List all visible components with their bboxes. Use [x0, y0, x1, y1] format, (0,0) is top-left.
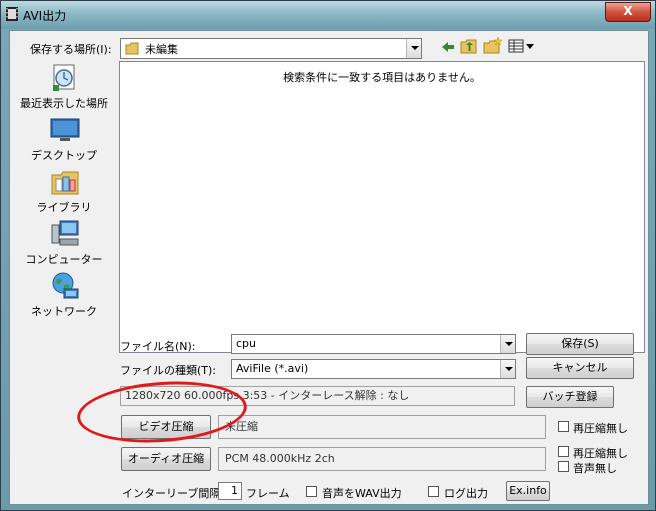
place-label: ライブラリ	[36, 201, 92, 214]
place-label: 最近表示した場所	[20, 97, 108, 110]
log-output-checkbox[interactable]	[428, 486, 439, 497]
film-icon	[6, 7, 18, 21]
back-arrow-icon[interactable]	[440, 40, 456, 54]
interleave-unit: フレーム	[246, 487, 290, 500]
no-audio-label: 音声無し	[573, 462, 617, 475]
place-label: デスクトップ	[31, 149, 97, 162]
view-menu-icon[interactable]	[508, 39, 536, 53]
interleave-value: 1	[231, 484, 238, 497]
close-button[interactable]: X	[605, 2, 651, 22]
interleave-input[interactable]: 1	[218, 482, 242, 500]
folder-icon	[125, 42, 139, 55]
chevron-down-icon[interactable]	[500, 335, 515, 353]
chevron-down-icon[interactable]	[406, 39, 421, 58]
up-folder-icon[interactable]	[460, 37, 478, 54]
cancel-button[interactable]: キャンセル	[526, 357, 634, 379]
filetype-value: AviFile (*.avi)	[236, 362, 309, 375]
libraries-icon	[51, 171, 79, 195]
computer-icon	[51, 220, 79, 246]
title-bar[interactable]: AVI出力 X	[1, 1, 655, 29]
save-button[interactable]: 保存(S)	[526, 333, 634, 355]
no-recompress-audio-checkbox[interactable]	[558, 446, 569, 457]
save-location-value: 未編集	[145, 43, 178, 56]
network-icon	[52, 272, 79, 299]
filename-value: cpu	[236, 337, 257, 350]
recent-places-icon	[53, 64, 75, 91]
place-label: コンピューター	[25, 253, 103, 266]
filetype-label: ファイルの種類(T):	[120, 364, 217, 377]
no-audio-checkbox[interactable]	[558, 461, 569, 472]
close-icon: X	[623, 4, 633, 18]
audio-compress-button[interactable]: オーディオ圧縮	[121, 447, 211, 471]
save-location-combo[interactable]: 未編集	[120, 38, 422, 59]
interleave-label: インターリーブ間隔 :	[122, 487, 228, 500]
new-folder-icon[interactable]	[483, 36, 503, 54]
audio-codec: PCM 48.000kHz 2ch	[218, 447, 546, 471]
place-label: ネットワーク	[31, 305, 97, 318]
filename-input[interactable]: cpu	[231, 334, 516, 354]
log-output-label: ログ出力	[444, 487, 488, 500]
video-codec: 未圧縮	[218, 415, 546, 439]
filename-label: ファイル名(N):	[120, 340, 196, 353]
file-list[interactable]: 検索条件に一致する項目はありません。	[119, 61, 645, 353]
window-title: AVI出力	[23, 9, 67, 23]
chevron-down-icon[interactable]	[500, 360, 515, 378]
no-recompress-video-label: 再圧縮無し	[573, 422, 628, 435]
no-recompress-audio-label: 再圧縮無し	[573, 447, 628, 460]
desktop-icon	[50, 118, 80, 141]
dialog-window: AVI出力 X 保存する場所(I): 未編集 最近表示した場所 デスクトップ ラ…	[0, 0, 656, 511]
no-recompress-video-checkbox[interactable]	[558, 421, 569, 432]
empty-message: 検索条件に一致する項目はありません。	[283, 71, 481, 84]
places-bar: 最近表示した場所 デスクトップ ライブラリ コンピューター ネットワーク	[14, 55, 114, 355]
audio-wav-checkbox[interactable]	[306, 486, 317, 497]
exinfo-button[interactable]: Ex.info	[506, 481, 550, 501]
audio-wav-label: 音声をWAV出力	[322, 487, 402, 500]
batch-register-button[interactable]: バッチ登録	[526, 386, 614, 408]
filetype-select[interactable]: AviFile (*.avi)	[231, 359, 516, 379]
